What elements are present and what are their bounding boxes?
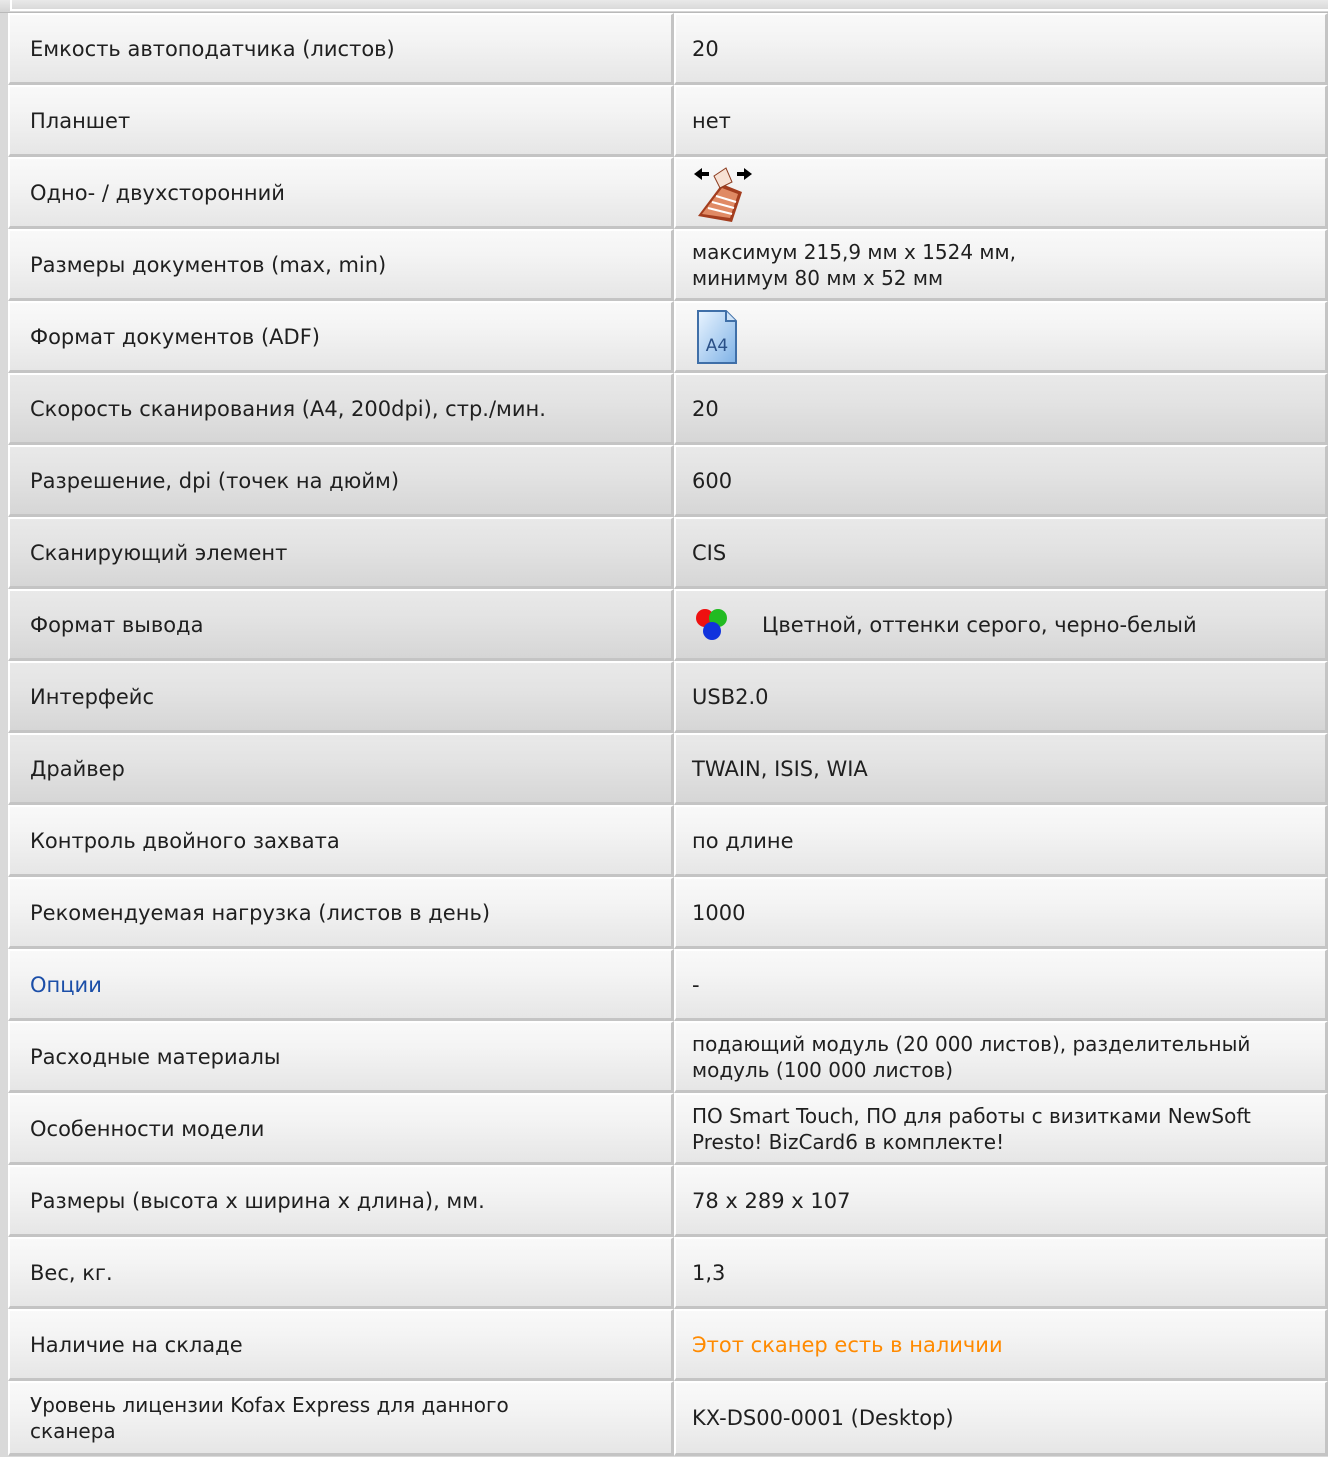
spec-label: Емкость автоподатчика (листов) — [8, 13, 675, 85]
table-row: Контроль двойного захвата по длине — [8, 805, 1328, 877]
spec-label: Драйвер — [8, 733, 675, 805]
spec-label: Контроль двойного захвата — [8, 805, 675, 877]
spec-label: Скорость сканирования (A4, 200dpi), стр.… — [8, 373, 675, 445]
spec-value: ПО Smart Touch, ПО для работы с визиткам… — [674, 1093, 1328, 1165]
table-row: Сканирующий элемент CIS — [8, 517, 1328, 589]
table-row: Формат документов (ADF) A4 — [8, 301, 1328, 373]
spec-value: 1,3 — [674, 1237, 1328, 1309]
output-format-text: Цветной, оттенки серого, черно-белый — [762, 612, 1197, 637]
table-row: Разрешение, dpi (точек на дюйм) 600 — [8, 445, 1328, 517]
table-row: Планшет нет — [8, 85, 1328, 157]
spec-value: 20 — [674, 373, 1328, 445]
spec-label: Планшет — [8, 85, 675, 157]
availability-status: Этот сканер есть в наличии — [674, 1309, 1328, 1381]
table-row: Скорость сканирования (A4, 200dpi), стр.… — [8, 373, 1328, 445]
table-row: Наличие на складе Этот сканер есть в нал… — [8, 1309, 1328, 1381]
spec-value: TWAIN, ISIS, WIA — [674, 733, 1328, 805]
table-row: Вес, кг. 1,3 — [8, 1237, 1328, 1309]
value-line: модуль (100 000 листов) — [692, 1057, 954, 1082]
spec-label: Формат документов (ADF) — [8, 301, 675, 373]
table-row: Одно- / двухсторонний — [8, 157, 1328, 229]
label-line: сканера — [30, 1419, 116, 1443]
table-row: Уровень лицензии Kofax Express для данно… — [8, 1381, 1328, 1456]
a4-document-icon: A4 — [697, 309, 738, 364]
spec-label: Расходные материалы — [8, 1021, 675, 1093]
spec-label: Интерфейс — [8, 661, 675, 733]
spec-value: CIS — [674, 517, 1328, 589]
spec-value — [674, 157, 1328, 229]
spec-value: A4 — [674, 301, 1328, 373]
spec-label: Размеры (высота x ширина x длина), мм. — [8, 1165, 675, 1237]
spec-value: Цветной, оттенки серого, черно-белый — [674, 589, 1328, 661]
spec-value: 600 — [674, 445, 1328, 517]
value-line: Presto! BizCard6 в комплекте! — [692, 1129, 1005, 1154]
spec-label: Особенности модели — [8, 1093, 675, 1165]
spec-value: максимум 215,9 мм x 1524 мм, минимум 80 … — [674, 229, 1328, 301]
spec-value: KX-DS00-0001 (Desktop) — [674, 1381, 1328, 1456]
table-row: Драйвер TWAIN, ISIS, WIA — [8, 733, 1328, 805]
table-row: Размеры документов (max, min) максимум 2… — [8, 229, 1328, 301]
value-line: ПО Smart Touch, ПО для работы с визиткам… — [692, 1103, 1251, 1128]
rgb-color-icon — [696, 608, 728, 640]
table-row: Размеры (высота x ширина x длина), мм. 7… — [8, 1165, 1328, 1237]
spec-value: USB2.0 — [674, 661, 1328, 733]
table-row: Интерфейс USB2.0 — [8, 661, 1328, 733]
table-row: Формат вывода Цветной, оттенки серого, ч… — [8, 589, 1328, 661]
spec-label: Опции — [8, 949, 675, 1021]
a4-label: A4 — [706, 336, 728, 356]
label-line: Уровень лицензии Kofax Express для данно… — [30, 1393, 509, 1417]
options-link[interactable]: Опции — [30, 973, 102, 997]
spec-label: Рекомендуемая нагрузка (листов в день) — [8, 877, 675, 949]
value-line: максимум 215,9 мм x 1524 мм, — [692, 239, 1016, 264]
spec-value: 1000 — [674, 877, 1328, 949]
spec-value: - — [674, 949, 1328, 1021]
spec-value: 78 x 289 x 107 — [674, 1165, 1328, 1237]
table-row: Расходные материалы подающий модуль (20 … — [8, 1021, 1328, 1093]
table-row: Емкость автоподатчика (листов) 20 — [8, 13, 1328, 85]
spec-label: Сканирующий элемент — [8, 517, 675, 589]
table-row: Опции - — [8, 949, 1328, 1021]
value-line: минимум 80 мм x 52 мм — [692, 265, 944, 290]
spec-label: Уровень лицензии Kofax Express для данно… — [8, 1381, 675, 1456]
spec-label: Наличие на складе — [8, 1309, 675, 1381]
value-line: подающий модуль (20 000 листов), раздели… — [692, 1031, 1251, 1056]
table-top-edge — [0, 0, 1328, 13]
table-row: Особенности модели ПО Smart Touch, ПО дл… — [8, 1093, 1328, 1165]
duplex-scan-icon — [694, 166, 753, 222]
specifications-table: Емкость автоподатчика (листов) 20 Планше… — [8, 13, 1328, 1456]
spec-value: по длине — [674, 805, 1328, 877]
spec-label: Одно- / двухсторонний — [8, 157, 675, 229]
spec-label: Разрешение, dpi (точек на дюйм) — [8, 445, 675, 517]
spec-value: нет — [674, 85, 1328, 157]
spec-label: Вес, кг. — [8, 1237, 675, 1309]
spec-value: 20 — [674, 13, 1328, 85]
table-row: Рекомендуемая нагрузка (листов в день) 1… — [8, 877, 1328, 949]
spec-label: Формат вывода — [8, 589, 675, 661]
spec-label: Размеры документов (max, min) — [8, 229, 675, 301]
spec-value: подающий модуль (20 000 листов), раздели… — [674, 1021, 1328, 1093]
